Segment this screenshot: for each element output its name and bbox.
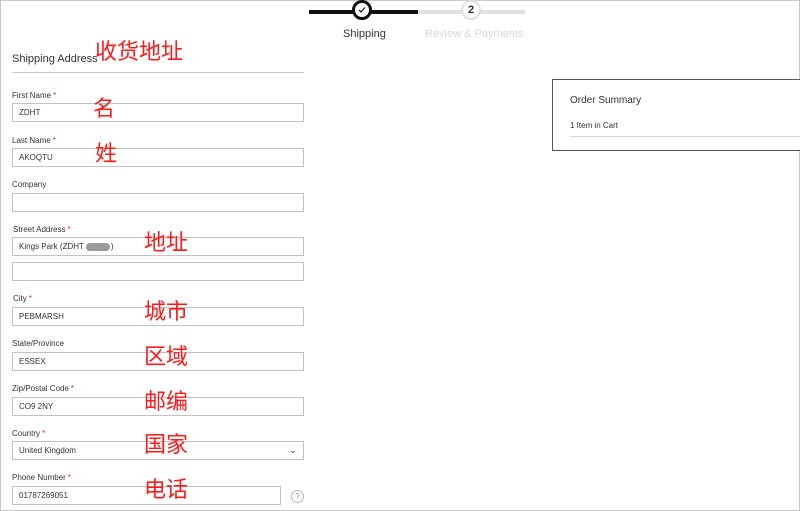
section-title: Shipping Address bbox=[12, 53, 98, 65]
order-summary-title: Order Summary bbox=[570, 95, 642, 106]
required-marker: * bbox=[28, 294, 32, 303]
cart-item-count[interactable]: 1 Item in Cart bbox=[570, 121, 618, 130]
order-summary-panel: Order Summary 1 Item in Cart bbox=[552, 79, 800, 151]
last-name-label-text: Last Name bbox=[12, 136, 51, 145]
city-label: City * bbox=[13, 294, 32, 303]
country-selected-value: United Kingdom bbox=[19, 446, 76, 455]
annotation-country: 国家 bbox=[144, 433, 189, 458]
phone-label-text: Phone Number bbox=[12, 473, 66, 482]
annotation-zip: 邮编 bbox=[144, 390, 189, 415]
required-marker: * bbox=[52, 136, 56, 145]
required-marker: * bbox=[67, 225, 71, 234]
step-review-circle[interactable]: 2 bbox=[461, 0, 481, 20]
first-name-input[interactable]: ZDHT bbox=[12, 103, 304, 122]
first-name-label-text: First Name bbox=[12, 91, 52, 100]
step-review-label[interactable]: Review & Payments bbox=[425, 28, 523, 40]
state-label: State/Province bbox=[12, 339, 65, 348]
country-label-text: Country bbox=[12, 429, 41, 438]
last-name-input[interactable]: AKOQTU bbox=[12, 148, 304, 167]
required-marker: * bbox=[42, 429, 46, 438]
company-input[interactable] bbox=[12, 193, 304, 212]
phone-label: Phone Number * bbox=[12, 473, 71, 482]
country-label: Country * bbox=[12, 429, 45, 438]
street-label-text: Street Address bbox=[13, 225, 66, 234]
checkmark-icon bbox=[358, 7, 366, 13]
last-name-label: Last Name * bbox=[12, 136, 56, 145]
annotation-phone: 电话 bbox=[144, 478, 189, 503]
street-value-text: Kings Park (ZDHT bbox=[19, 242, 84, 251]
required-marker: * bbox=[70, 384, 75, 393]
street-value-suffix: ) bbox=[110, 242, 114, 251]
annotation-state: 区域 bbox=[144, 345, 189, 370]
city-label-text: City bbox=[13, 294, 27, 303]
zip-label: Zip/Postal Code * bbox=[12, 384, 74, 393]
section-divider bbox=[12, 72, 304, 73]
annotation-shipping-address: 收货地址 bbox=[95, 40, 184, 65]
first-name-label: First Name * bbox=[12, 91, 56, 100]
annotation-street: 地址 bbox=[144, 231, 189, 256]
street-label: Street Address * bbox=[13, 225, 71, 234]
annotation-last-name: 姓 bbox=[95, 142, 118, 167]
summary-divider bbox=[570, 136, 800, 137]
zip-label-text: Zip/Postal Code bbox=[12, 384, 69, 393]
redacted-mark bbox=[85, 242, 110, 251]
annotation-first-name: 名 bbox=[93, 97, 116, 122]
annotation-city: 城市 bbox=[144, 300, 189, 325]
chevron-down-icon: ⌄ bbox=[288, 445, 297, 456]
company-label: Company bbox=[12, 180, 47, 189]
required-marker: * bbox=[53, 91, 57, 100]
street-input-line2[interactable] bbox=[12, 262, 304, 281]
step-shipping-circle[interactable] bbox=[352, 0, 372, 20]
required-marker: * bbox=[67, 473, 71, 482]
step-shipping-label[interactable]: Shipping bbox=[343, 28, 386, 40]
help-icon[interactable]: ? bbox=[291, 490, 304, 503]
